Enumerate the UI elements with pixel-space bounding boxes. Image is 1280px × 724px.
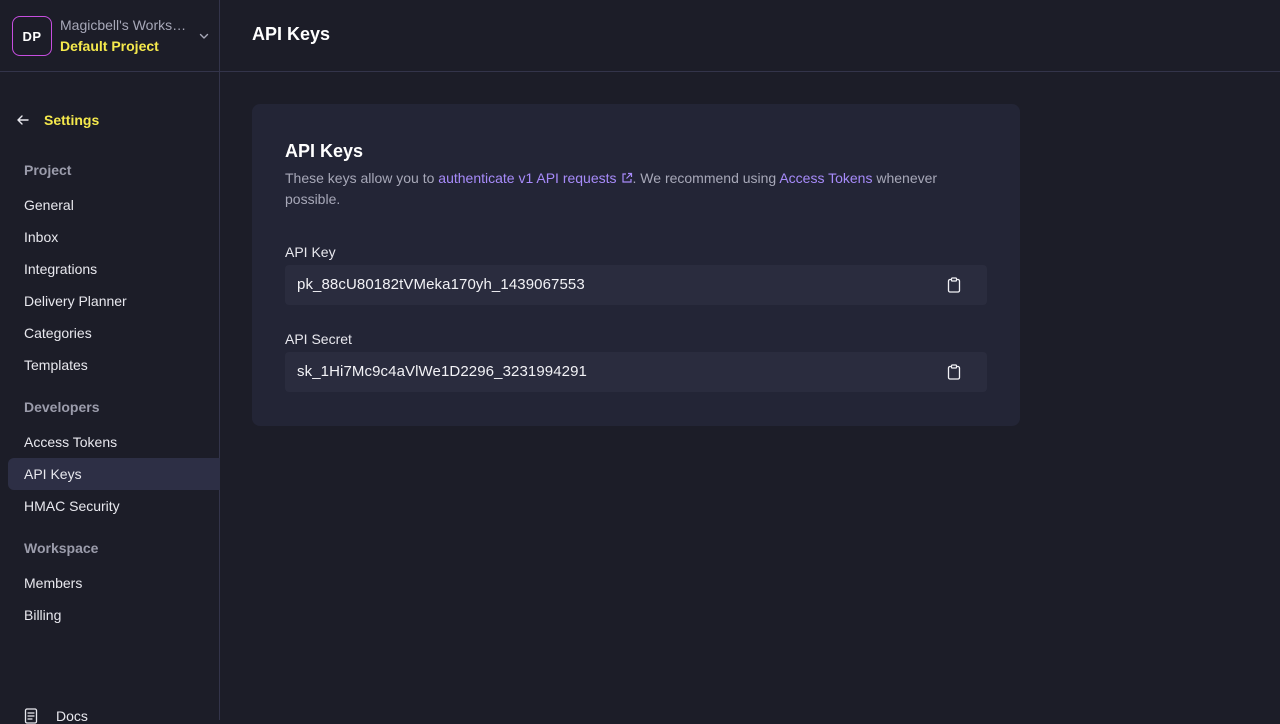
arrow-left-icon [17,115,29,125]
api-secret-value: sk_1Hi7Mc9c4aVlWe1D2296_3231994291 [297,363,587,380]
copy-api-secret-button[interactable] [945,363,963,381]
section-title-developers: Developers [24,399,100,415]
avatar: DP [12,16,52,56]
section-title-project: Project [24,162,72,178]
sidebar-item-general[interactable]: General [8,189,220,221]
card-title: API Keys [285,141,364,161]
sidebar-item-inbox[interactable]: Inbox [8,221,220,253]
back-label: Settings [44,112,100,128]
api-key-value: pk_88cU80182tVMeka170yh_1439067553 [297,276,585,293]
sidebar-item-members[interactable]: Members [8,567,220,599]
sidebar-item-categories[interactable]: Categories [8,317,220,349]
desc-prefix: These keys allow you to [285,170,439,186]
authenticate-api-requests-link[interactable]: authenticate v1 API requests [438,170,632,186]
api-keys-card: API Keys These keys allow you to authent… [252,104,1020,426]
clipboard-icon [947,277,961,293]
sidebar-item-integrations[interactable]: Integrations [8,253,220,285]
back-to-settings-link[interactable]: Settings [16,110,99,130]
section-title-workspace: Workspace [24,540,99,556]
copy-api-key-button[interactable] [945,276,963,294]
page-title: API Keys [252,24,331,44]
workspace-name: Magicbell's Workspace [60,17,192,33]
api-key-label: API Key [285,244,336,260]
access-tokens-link[interactable]: Access Tokens [779,170,872,186]
workspace-switcher[interactable]: DP Magicbell's Workspace Default Project [0,0,219,72]
desc-middle: . We recommend using [632,170,780,186]
api-secret-label: API Secret [285,331,352,347]
link-label: authenticate v1 API requests [438,170,617,186]
sidebar-item-templates[interactable]: Templates [8,349,220,381]
top-bar: API Keys [220,0,1280,72]
card-description: These keys allow you to authenticate v1 … [285,168,985,210]
sidebar-item-hmac-security[interactable]: HMAC Security [8,490,220,522]
clipboard-icon [947,364,961,380]
sidebar-item-billing[interactable]: Billing [8,599,220,631]
sidebar: DP Magicbell's Workspace Default Project… [0,0,220,724]
sidebar-item-access-tokens[interactable]: Access Tokens [8,426,220,458]
api-key-field[interactable]: pk_88cU80182tVMeka170yh_1439067553 [285,265,987,305]
api-secret-field[interactable]: sk_1Hi7Mc9c4aVlWe1D2296_3231994291 [285,352,987,392]
document-icon [24,708,38,724]
external-link-icon [621,172,632,183]
chevron-down-icon [199,33,209,39]
project-name: Default Project [60,38,159,54]
sidebar-item-api-keys[interactable]: API Keys [8,458,220,490]
sidebar-item-delivery-planner[interactable]: Delivery Planner [8,285,220,317]
docs-link[interactable]: Docs [24,708,88,724]
docs-label: Docs [56,708,88,724]
